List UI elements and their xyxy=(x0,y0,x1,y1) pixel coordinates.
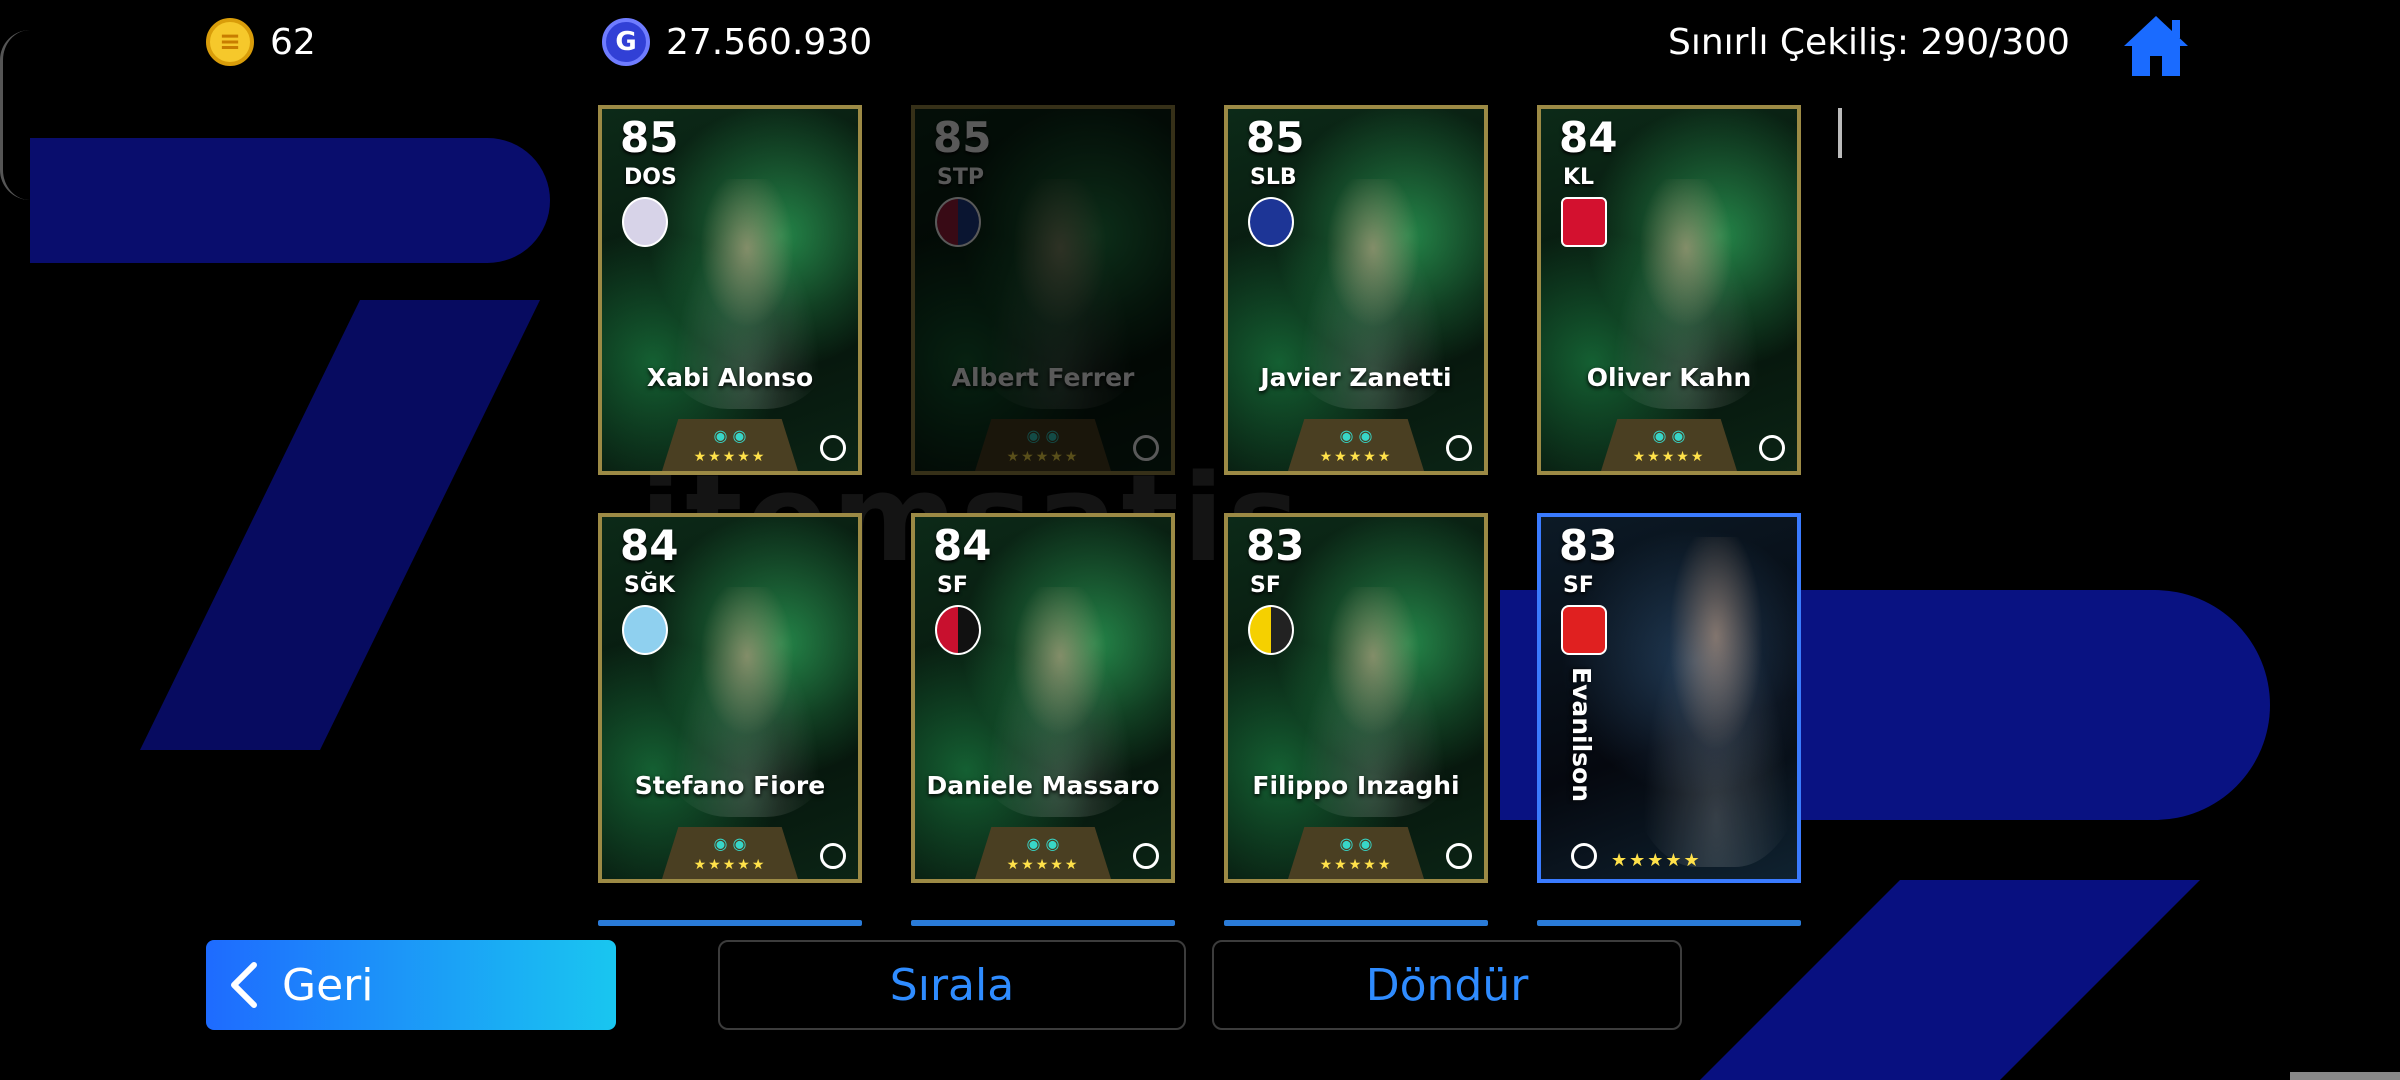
club-badge-icon xyxy=(935,197,981,247)
player-name: Filippo Inzaghi xyxy=(1252,771,1460,800)
player-position: SF xyxy=(937,573,968,598)
spin-button-label: Döndür xyxy=(1365,959,1529,1011)
efootball-logo-icon xyxy=(1571,843,1597,869)
back-button[interactable]: Geri xyxy=(206,940,616,1030)
efootball-logo-icon xyxy=(1133,843,1159,869)
player-card[interactable]: 83 SF Filippo Inzaghi ◉ ◉ ★★★★★ xyxy=(1224,513,1488,883)
player-position: SF xyxy=(1250,573,1281,598)
gp-icon: G xyxy=(602,18,650,66)
efootball-logo-icon xyxy=(1446,843,1472,869)
screen-edge xyxy=(0,30,33,200)
player-position: SĞK xyxy=(624,573,675,598)
club-badge-icon xyxy=(1248,197,1294,247)
card-row-peek xyxy=(911,920,1175,926)
player-rating: 85 xyxy=(620,113,679,162)
club-badge-icon xyxy=(622,197,668,247)
player-rating: 84 xyxy=(933,521,992,570)
player-card[interactable]: 84 SĞK Stefano Fiore ◉ ◉ ★★★★★ xyxy=(598,513,862,883)
player-rating: 85 xyxy=(1246,113,1305,162)
player-card[interactable]: 83 SF Evanilson ★★★★★ xyxy=(1537,513,1801,883)
card-row-peek xyxy=(1537,920,1801,926)
player-card[interactable]: 85 STP Albert Ferrer ◉ ◉ ★★★★★ xyxy=(911,105,1175,475)
skill-icons: ◉ ◉ xyxy=(1026,834,1060,853)
chevron-left-icon xyxy=(231,962,257,1008)
ecoin-icon: ≡ xyxy=(206,18,254,66)
spin-button[interactable]: Döndür xyxy=(1212,940,1682,1030)
scrollbar[interactable] xyxy=(1838,108,1842,158)
player-position: SLB xyxy=(1250,165,1297,190)
skill-icons: ◉ ◉ xyxy=(1339,834,1373,853)
player-card[interactable]: 85 SLB Javier Zanetti ◉ ◉ ★★★★★ xyxy=(1224,105,1488,475)
player-name: Evanilson xyxy=(1567,667,1596,803)
draw-limit: Sınırlı Çekiliş: 290/300 xyxy=(1668,14,2070,70)
skill-icons: ◉ ◉ xyxy=(713,834,747,853)
home-icon[interactable] xyxy=(2120,12,2192,80)
club-badge-icon xyxy=(935,605,981,655)
player-card[interactable]: 84 SF Daniele Massaro ◉ ◉ ★★★★★ xyxy=(911,513,1175,883)
player-name: Oliver Kahn xyxy=(1586,363,1752,392)
player-rating: 83 xyxy=(1559,521,1618,570)
player-position: SF xyxy=(1563,573,1594,598)
skill-icons: ◉ ◉ xyxy=(713,426,747,445)
skill-icons: ◉ ◉ xyxy=(1339,426,1373,445)
player-rating: 84 xyxy=(620,521,679,570)
club-badge-icon xyxy=(1561,197,1607,247)
player-rating: 85 xyxy=(933,113,992,162)
star-rating: ★★★★★ xyxy=(1611,850,1702,871)
background-shape xyxy=(140,300,540,750)
skill-icons: ◉ ◉ xyxy=(1026,426,1060,445)
efootball-logo-icon xyxy=(1133,435,1159,461)
player-card[interactable]: 85 DOS Xabi Alonso ◉ ◉ ★★★★★ xyxy=(598,105,862,475)
player-image xyxy=(1621,537,1797,867)
card-row-peek xyxy=(1224,920,1488,926)
sort-button[interactable]: Sırala xyxy=(718,940,1186,1030)
gp-count: 27.560.930 xyxy=(666,21,873,63)
draw-limit-text: Sınırlı Çekiliş: 290/300 xyxy=(1668,21,2070,63)
club-badge-icon xyxy=(622,605,668,655)
efootball-logo-icon xyxy=(1759,435,1785,461)
coin-balance: ≡ 62 xyxy=(206,14,316,70)
player-name: Xabi Alonso xyxy=(646,363,814,392)
player-name: Stefano Fiore xyxy=(634,771,826,800)
efootball-logo-icon xyxy=(820,843,846,869)
club-badge-icon xyxy=(1561,605,1607,655)
nav-handle xyxy=(2290,1072,2400,1080)
gp-balance: G 27.560.930 xyxy=(602,14,872,70)
coin-count: 62 xyxy=(270,21,316,63)
background-shape xyxy=(30,138,550,263)
efootball-logo-icon xyxy=(820,435,846,461)
player-card[interactable]: 84 KL Oliver Kahn ◉ ◉ ★★★★★ xyxy=(1537,105,1801,475)
player-name: Daniele Massaro xyxy=(926,771,1160,800)
sort-button-label: Sırala xyxy=(889,959,1015,1011)
player-rating: 84 xyxy=(1559,113,1618,162)
card-row-peek xyxy=(598,920,862,926)
player-position: KL xyxy=(1563,165,1595,190)
player-position: STP xyxy=(937,165,984,190)
background-shape xyxy=(1700,880,2200,1080)
club-badge-icon xyxy=(1248,605,1294,655)
player-position: DOS xyxy=(624,165,677,190)
player-rating: 83 xyxy=(1246,521,1305,570)
player-name: Javier Zanetti xyxy=(1260,363,1452,392)
back-button-label: Geri xyxy=(282,959,374,1011)
player-name: Albert Ferrer xyxy=(951,363,1135,392)
efootball-logo-icon xyxy=(1446,435,1472,461)
skill-icons: ◉ ◉ xyxy=(1652,426,1686,445)
